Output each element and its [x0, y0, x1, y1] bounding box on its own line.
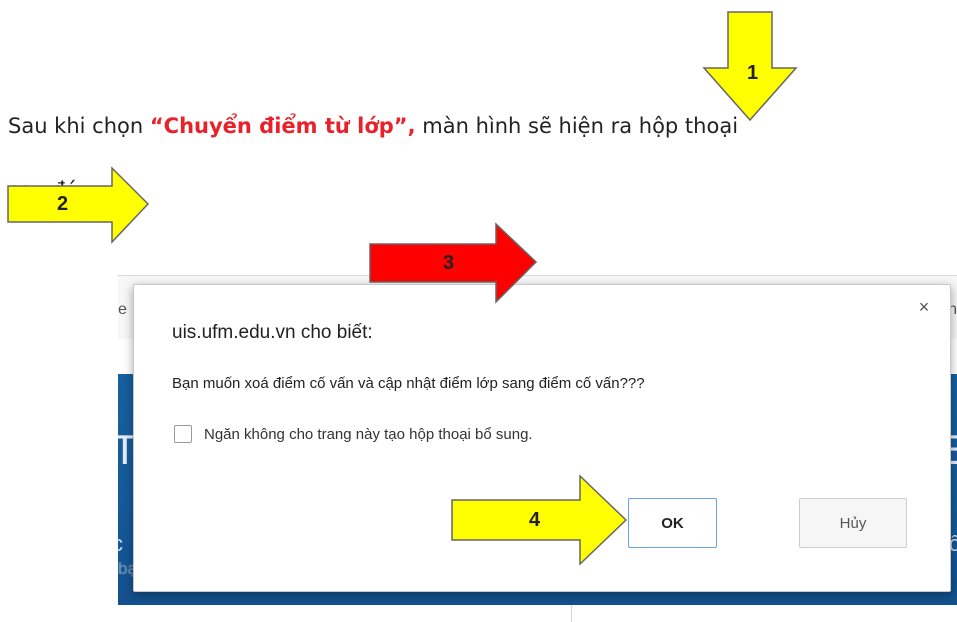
annotation-arrow-2: 2 — [6, 166, 151, 246]
annotation-number-2: 2 — [57, 193, 69, 215]
document-paragraph: Sau khi chọn “Chuyển điểm từ lớp”, màn h… — [8, 114, 738, 138]
footer-divider — [571, 605, 572, 622]
document-text-after: màn hình sẽ hiện ra hộp thoại — [415, 114, 739, 138]
dialog-message: Bạn muốn xoá điểm cố vấn và cập nhật điể… — [172, 375, 645, 392]
suppress-checkbox[interactable] — [174, 425, 192, 443]
annotation-arrow-3: 3 — [368, 222, 538, 304]
cancel-button[interactable]: Hủy — [799, 498, 907, 548]
annotation-arrow-1: 1 — [700, 10, 800, 122]
annotation-number-1: 1 — [747, 62, 759, 84]
annotation-arrow-4: 4 — [450, 474, 630, 566]
annotation-number-4: 4 — [529, 509, 541, 531]
suppress-label: Ngăn không cho trang này tạo hộp thoại b… — [204, 425, 533, 443]
annotation-number-3: 3 — [443, 252, 455, 274]
toolbar-fragment-left: e — [118, 301, 127, 318]
ok-button[interactable]: OK — [628, 498, 717, 548]
site-footer-strip — [118, 605, 957, 622]
document-highlight: “Chuyển điểm từ lớp”, — [149, 114, 416, 138]
suppress-dialogs-option[interactable]: Ngăn không cho trang này tạo hộp thoại b… — [174, 425, 533, 443]
arrow-right-icon — [7, 166, 150, 244]
dialog-title: uis.ufm.edu.vn cho biết: — [172, 322, 373, 343]
close-icon[interactable]: × — [916, 298, 932, 316]
document-text-before: Sau khi chọn — [8, 114, 150, 138]
site-text-fragment-left: c — [118, 531, 123, 557]
